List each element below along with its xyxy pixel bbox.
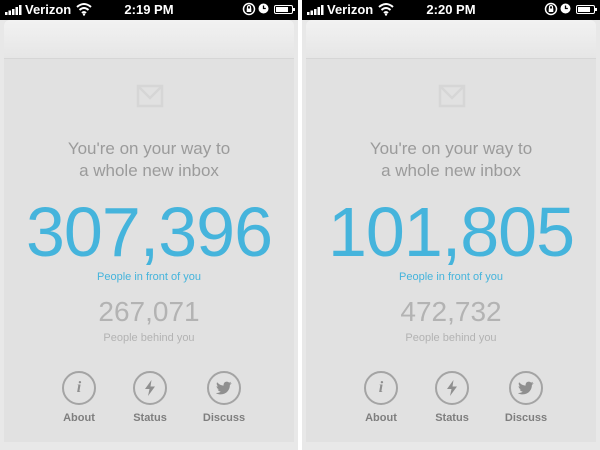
discuss-circle[interactable] [509, 371, 543, 405]
status-bar: Verizon 2:20 PM [302, 0, 600, 20]
tagline-line-1: You're on your way to [369, 139, 533, 158]
phone-screen-left: Verizon 2:19 PM You're on your way to a … [0, 0, 298, 450]
app-header [306, 20, 596, 59]
info-icon: i [76, 379, 82, 396]
people-in-front-label: People in front of you [399, 271, 503, 283]
tagline: You're on your way to a whole new inbox [4, 138, 294, 182]
app-header [4, 20, 294, 59]
mailbox-tray-icon [438, 84, 466, 108]
people-behind-count: 267,071 [98, 296, 200, 327]
tagline: You're on your way to a whole new inbox [306, 138, 596, 182]
mailbox-reservation-card: You're on your way to a whole new inbox … [306, 59, 596, 442]
alarm-clock-icon [258, 3, 269, 14]
status-button[interactable]: Status [422, 371, 482, 424]
people-in-front-count: 101,805 [327, 193, 575, 271]
status-bar: Verizon 2:19 PM [0, 0, 298, 20]
discuss-button[interactable]: Discuss [194, 371, 254, 424]
lightning-bolt-icon [145, 380, 155, 396]
discuss-circle[interactable] [207, 371, 241, 405]
battery-level [578, 7, 590, 12]
discuss-button[interactable]: Discuss [496, 371, 556, 424]
about-button[interactable]: i About [49, 371, 109, 424]
alarm-clock-icon [560, 3, 571, 14]
people-in-front-label: People in front of you [97, 271, 201, 283]
status-label: Status [133, 412, 167, 424]
battery-icon [576, 5, 597, 14]
rotation-lock-icon [544, 2, 558, 16]
lightning-bolt-icon [447, 380, 457, 396]
twitter-bird-icon [216, 381, 232, 395]
mailbox-reservation-card: You're on your way to a whole new inbox … [4, 59, 294, 442]
people-behind-count: 472,732 [400, 296, 502, 327]
about-circle[interactable]: i [364, 371, 398, 405]
people-behind-label: People behind you [103, 332, 195, 344]
about-label: About [365, 412, 397, 424]
battery-level [276, 7, 288, 12]
status-circle[interactable] [435, 371, 469, 405]
status-button[interactable]: Status [120, 371, 180, 424]
tagline-line-1: You're on your way to [67, 139, 231, 158]
status-label: Status [435, 412, 469, 424]
status-circle[interactable] [133, 371, 167, 405]
about-label: About [63, 412, 95, 424]
tagline-line-2: a whole new inbox [381, 161, 521, 180]
battery-icon [274, 5, 295, 14]
about-button[interactable]: i About [351, 371, 411, 424]
phone-screen-right: Verizon 2:20 PM You're on your way to a … [302, 0, 600, 450]
mailbox-tray-icon [136, 84, 164, 108]
about-circle[interactable]: i [62, 371, 96, 405]
discuss-label: Discuss [202, 412, 246, 424]
info-icon: i [378, 379, 384, 396]
people-in-front-count: 307,396 [25, 193, 273, 271]
discuss-label: Discuss [504, 412, 548, 424]
tagline-line-2: a whole new inbox [79, 161, 219, 180]
twitter-bird-icon [518, 381, 534, 395]
rotation-lock-icon [242, 2, 256, 16]
people-behind-label: People behind you [405, 332, 497, 344]
